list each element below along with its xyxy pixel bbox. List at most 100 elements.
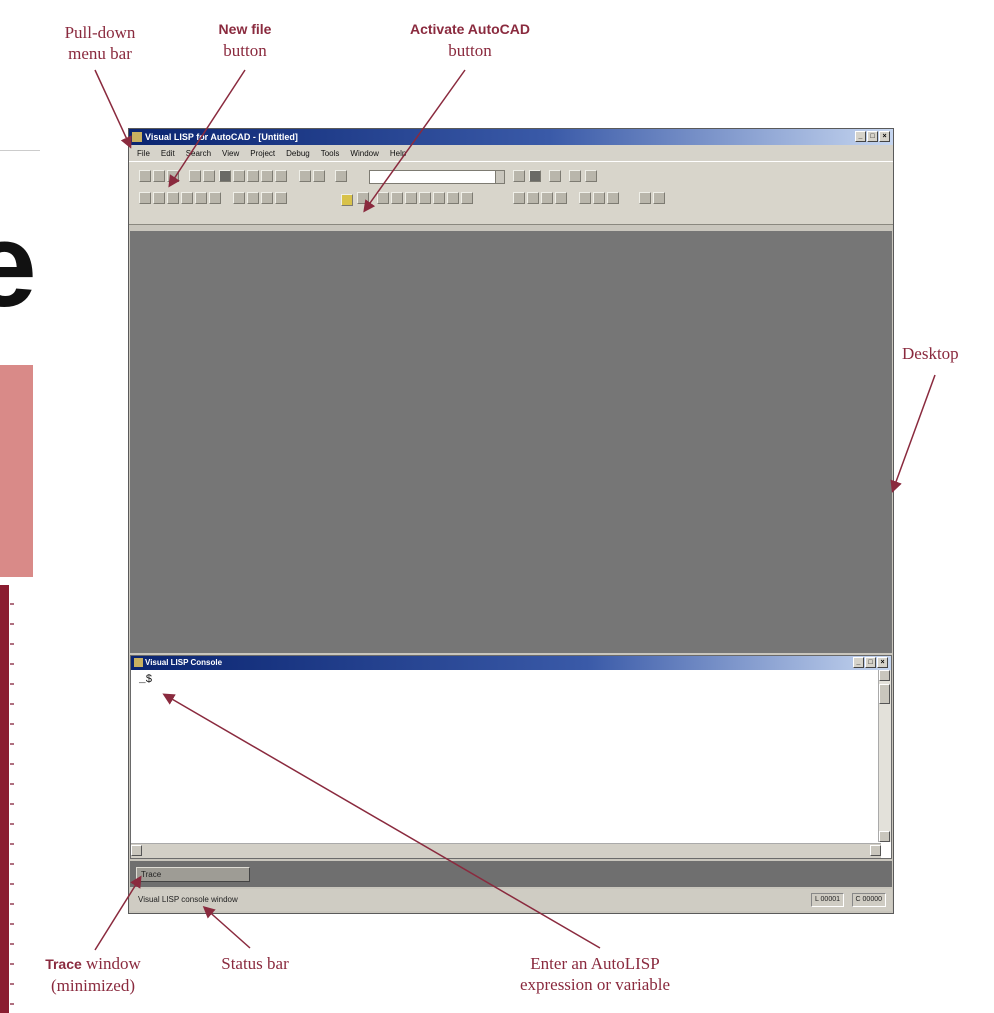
menu-search[interactable]: Search	[186, 149, 211, 158]
status-text: Visual LISP console window	[138, 895, 238, 904]
symbol-service-button[interactable]	[555, 192, 567, 204]
page-edge-bar	[0, 585, 9, 1013]
console-horizontal-scrollbar[interactable]	[131, 843, 881, 858]
arrow-desktop	[890, 374, 936, 493]
console-close-button[interactable]: ×	[877, 657, 888, 668]
minimize-button[interactable]: _	[855, 131, 866, 142]
toolbar-extra-button[interactable]	[639, 192, 651, 204]
page-edge-block	[0, 365, 33, 577]
quit-button[interactable]	[195, 192, 207, 204]
annotation-new-file-button: New file button	[190, 18, 300, 61]
page-edge-ticks	[10, 585, 14, 1013]
menu-tools[interactable]: Tools	[321, 149, 340, 158]
activate-autocad-button[interactable]	[341, 194, 353, 206]
undo-button[interactable]	[247, 170, 259, 182]
trace-button[interactable]	[541, 192, 553, 204]
continue-button[interactable]	[181, 192, 193, 204]
close-button[interactable]: ×	[879, 131, 890, 142]
console-minimize-button[interactable]: _	[853, 657, 864, 668]
annotation-trace-window: Trace window (minimized)	[8, 953, 178, 996]
format-selection-button[interactable]	[433, 192, 445, 204]
annotation-text: Pull-down	[64, 23, 136, 42]
annotation-pulldown-menu-bar: Pull-down menu bar	[40, 22, 160, 64]
console-vertical-scrollbar[interactable]	[878, 670, 891, 842]
uncomment-block-button[interactable]	[461, 192, 473, 204]
arrow-pulldown	[94, 69, 132, 149]
add-watch-button[interactable]	[247, 192, 259, 204]
redo-button[interactable]	[261, 170, 273, 182]
visual-lisp-console: Visual LISP Console _ □ × _$	[130, 655, 892, 859]
step-indicator-button[interactable]	[275, 192, 287, 204]
menu-file[interactable]: File	[137, 149, 150, 158]
watch-window-button[interactable]	[593, 192, 605, 204]
trace-window-label: Trace	[141, 870, 162, 879]
annotation-text-bold: Trace	[45, 956, 82, 972]
step-into-button[interactable]	[139, 192, 151, 204]
load-active-window-button[interactable]	[357, 192, 369, 204]
paste-button[interactable]	[233, 170, 245, 182]
menu-debug[interactable]: Debug	[286, 149, 310, 158]
next-bookmark-button[interactable]	[529, 170, 541, 182]
apropos-button[interactable]	[585, 170, 597, 182]
open-file-button[interactable]	[153, 170, 165, 182]
scroll-thumb[interactable]	[879, 684, 890, 704]
check-window-button[interactable]	[391, 192, 403, 204]
menu-view[interactable]: View	[222, 149, 239, 158]
apropos-window-button[interactable]	[579, 192, 591, 204]
menu-help[interactable]: Help	[390, 149, 406, 158]
help-button[interactable]	[569, 170, 581, 182]
search-combo-field[interactable]	[369, 170, 497, 184]
reset-button[interactable]	[209, 192, 221, 204]
toolbar-area	[129, 161, 893, 225]
step-out-button[interactable]	[167, 192, 179, 204]
arrow-status	[202, 906, 251, 949]
comment-block-button[interactable]	[447, 192, 459, 204]
lisp-help-button[interactable]	[607, 192, 619, 204]
toggle-bookmark-button[interactable]	[513, 170, 525, 182]
load-selection-button[interactable]	[377, 192, 389, 204]
step-over-button[interactable]	[153, 192, 165, 204]
cut-button[interactable]	[203, 170, 215, 182]
complete-word-button[interactable]	[275, 170, 287, 182]
pulldown-menu-bar: File Edit Search View Project Debug Tool…	[129, 145, 893, 161]
window-titlebar[interactable]: Visual LISP for AutoCAD - [Untitled] _ □…	[129, 129, 893, 145]
format-window-button[interactable]	[419, 192, 431, 204]
status-column-panel: C 00000	[851, 893, 886, 907]
console-titlebar[interactable]: Visual LISP Console _ □ ×	[131, 656, 891, 670]
replace-button[interactable]	[313, 170, 325, 182]
check-selection-button[interactable]	[405, 192, 417, 204]
clear-bookmarks-button[interactable]	[549, 170, 561, 182]
menu-edit[interactable]: Edit	[161, 149, 175, 158]
annotation-status-bar: Status bar	[221, 954, 289, 973]
maximize-button[interactable]: □	[867, 131, 878, 142]
inspect-button[interactable]	[527, 192, 539, 204]
save-button[interactable]	[167, 170, 179, 182]
annotation-text-bold: Activate AutoCAD	[409, 21, 531, 37]
console-icon	[134, 658, 143, 667]
console-prompt[interactable]: _$	[139, 674, 152, 686]
annotation-text: (minimized)	[50, 976, 136, 995]
scroll-left-icon[interactable]	[131, 845, 142, 856]
scroll-right-icon[interactable]	[870, 845, 881, 856]
copy-button[interactable]	[219, 170, 231, 182]
annotation-enter-expression: Enter an AutoLISP expression or variable	[480, 953, 710, 995]
annotation-text: expression or variable	[519, 975, 671, 994]
toggle-breakpoint-button[interactable]	[233, 192, 245, 204]
scroll-down-icon[interactable]	[879, 831, 890, 842]
find-button[interactable]	[299, 170, 311, 182]
last-break-button[interactable]	[261, 192, 273, 204]
search-toolbar-button[interactable]	[335, 170, 347, 182]
status-line-panel: L 00001	[810, 893, 844, 907]
desktop-area[interactable]	[130, 231, 892, 653]
chevron-down-icon[interactable]	[495, 170, 505, 184]
visual-lisp-console-button[interactable]	[513, 192, 525, 204]
print-button[interactable]	[189, 170, 201, 182]
menu-project[interactable]: Project	[250, 149, 275, 158]
scroll-up-icon[interactable]	[879, 670, 890, 681]
new-file-button[interactable]	[139, 170, 151, 182]
toolbar-extra-button-2[interactable]	[653, 192, 665, 204]
status-bar: Visual LISP console window L 00001 C 000…	[130, 889, 892, 911]
trace-window-minimized[interactable]: Trace	[136, 867, 250, 882]
menu-window[interactable]: Window	[350, 149, 378, 158]
console-maximize-button[interactable]: □	[865, 657, 876, 668]
